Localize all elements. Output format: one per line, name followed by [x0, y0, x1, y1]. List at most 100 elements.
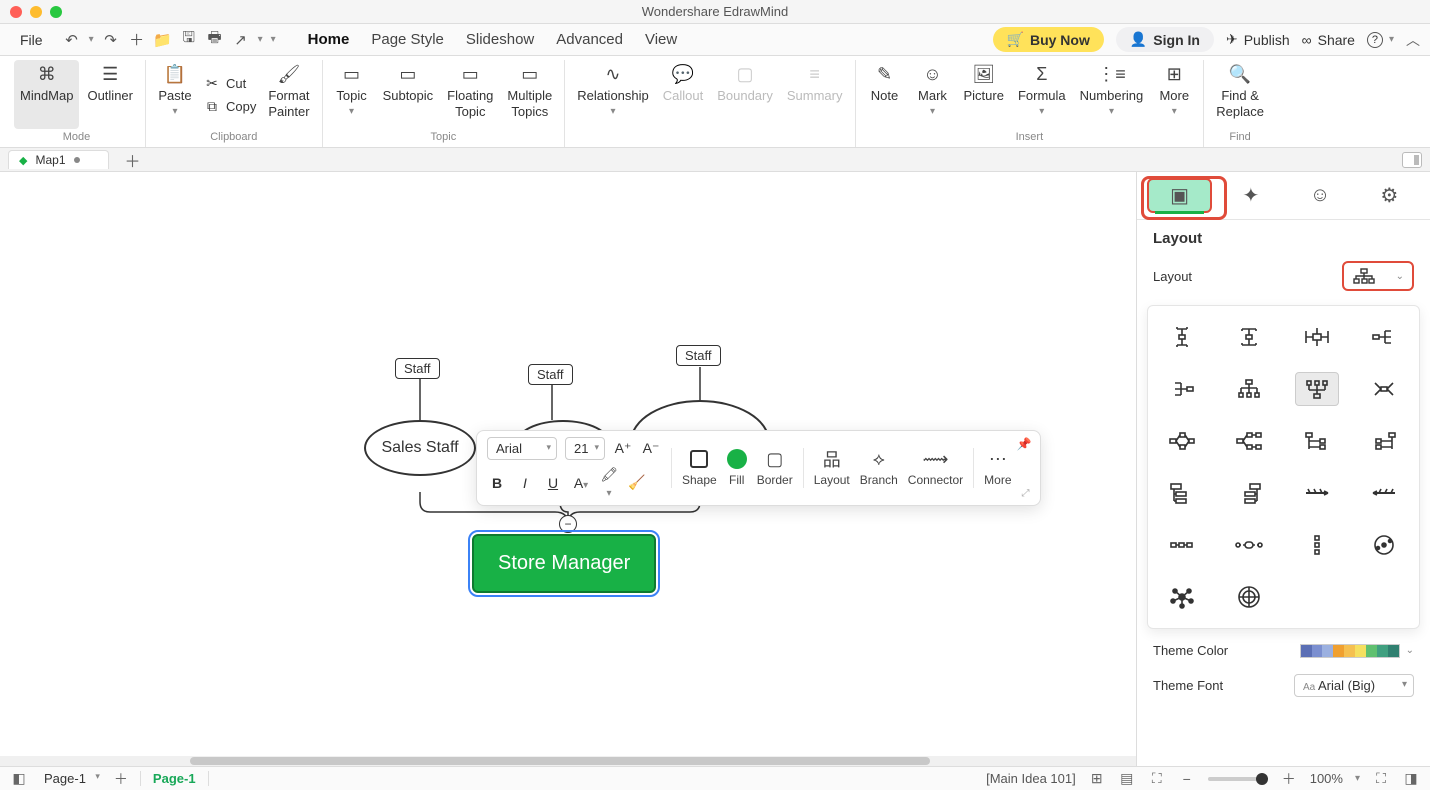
- fullscreen-icon[interactable]: ⛶: [1372, 770, 1390, 787]
- collapse-ribbon-icon[interactable]: ︿: [1406, 30, 1420, 50]
- layout-option-16[interactable]: [1362, 476, 1406, 510]
- view-mode-2-icon[interactable]: ▤: [1118, 770, 1136, 787]
- tab-home[interactable]: Home: [306, 27, 352, 52]
- layout-option-19[interactable]: [1295, 528, 1339, 562]
- formula-button[interactable]: ΣFormula▾: [1012, 60, 1072, 129]
- shape-button[interactable]: Shape: [682, 449, 717, 487]
- outliner-button[interactable]: ☰Outliner: [81, 60, 139, 129]
- node-store-manager[interactable]: Store Manager: [472, 534, 656, 593]
- node-staff-2[interactable]: Staff: [528, 364, 573, 385]
- canvas[interactable]: Staff Staff Staff Sales Staff − Store Ma…: [0, 172, 1136, 766]
- panel-tab-layout[interactable]: ▣: [1147, 178, 1212, 213]
- sign-in-button[interactable]: 👤 Sign In: [1116, 27, 1214, 52]
- multiple-topics-button[interactable]: ▭Multiple Topics: [501, 60, 558, 129]
- font-size-select[interactable]: 21: [565, 437, 605, 460]
- layout-option-22[interactable]: [1227, 580, 1271, 614]
- save-icon[interactable]: 🖫: [180, 31, 198, 49]
- page-tab[interactable]: Page-1: [140, 771, 209, 786]
- redo-icon[interactable]: ↷: [102, 31, 120, 49]
- panel-tab-style[interactable]: ✦: [1220, 178, 1281, 213]
- expand-toolbar-icon[interactable]: ⤢: [1022, 488, 1030, 499]
- tab-slideshow[interactable]: Slideshow: [464, 27, 536, 52]
- view-mode-1-icon[interactable]: ⊞: [1088, 770, 1106, 787]
- pin-icon[interactable]: 📌: [1017, 437, 1032, 451]
- more-button[interactable]: ⊞More▾: [1151, 60, 1197, 129]
- panel-tab-emoji[interactable]: ☺: [1290, 178, 1351, 213]
- numbering-button[interactable]: ⋮≡Numbering▾: [1074, 60, 1150, 129]
- tab-advanced[interactable]: Advanced: [554, 27, 625, 52]
- border-button[interactable]: ▢Border: [757, 449, 793, 487]
- layout-option-18[interactable]: [1227, 528, 1271, 562]
- relationship-button[interactable]: ∿Relationship▾: [571, 60, 655, 129]
- publish-button[interactable]: ✈ Publish: [1226, 31, 1290, 48]
- tab-view[interactable]: View: [643, 27, 679, 52]
- open-icon[interactable]: 📁: [154, 31, 172, 49]
- font-color-button[interactable]: A▾: [571, 475, 591, 491]
- increase-font-icon[interactable]: A⁺: [613, 440, 633, 457]
- mindmap-button[interactable]: ⌘MindMap: [14, 60, 79, 129]
- theme-font-select[interactable]: Aa Arial (Big): [1294, 674, 1414, 697]
- connector-button[interactable]: ⟿Connector: [908, 449, 963, 487]
- layout-option-7[interactable]: [1295, 372, 1339, 406]
- tab-page-style[interactable]: Page Style: [369, 27, 446, 52]
- layout-option-15[interactable]: [1295, 476, 1339, 510]
- add-page-icon[interactable]: ＋: [112, 769, 130, 789]
- chevron-down-icon[interactable]: ⌄: [1406, 645, 1414, 656]
- maximize-dot[interactable]: [50, 6, 62, 18]
- cut-button[interactable]: ✂Cut: [200, 73, 260, 94]
- layout-option-20[interactable]: [1362, 528, 1406, 562]
- underline-button[interactable]: U: [543, 475, 563, 491]
- italic-button[interactable]: I: [515, 475, 535, 491]
- format-painter-button[interactable]: 🖌Format Painter: [262, 60, 315, 129]
- buy-now-button[interactable]: 🛒 Buy Now: [993, 27, 1104, 52]
- clear-format-button[interactable]: 🧹: [627, 474, 647, 491]
- copy-button[interactable]: ⧉Copy: [200, 96, 260, 117]
- layout-option-3[interactable]: [1295, 320, 1339, 354]
- zoom-in-icon[interactable]: ＋: [1280, 769, 1298, 789]
- theme-color-swatch[interactable]: [1300, 644, 1400, 658]
- help-button[interactable]: ? ▾: [1367, 32, 1394, 48]
- export-icon[interactable]: ↗: [232, 31, 250, 49]
- layout-option-2[interactable]: [1227, 320, 1271, 354]
- layout-option-17[interactable]: [1160, 528, 1204, 562]
- sidebar-toggle-icon[interactable]: ◧: [10, 770, 28, 787]
- panel-toggle-top[interactable]: [1402, 152, 1422, 168]
- highlight-button[interactable]: 🖍▾: [599, 466, 619, 499]
- qat-more-icon[interactable]: ▾: [271, 34, 276, 45]
- panel-tab-settings[interactable]: ⚙: [1359, 178, 1420, 213]
- layout-dropdown[interactable]: ⌄: [1342, 261, 1414, 291]
- file-menu[interactable]: File: [10, 28, 53, 52]
- layout-option-1[interactable]: [1160, 320, 1204, 354]
- branch-button[interactable]: ⟡Branch: [860, 449, 898, 487]
- bold-button[interactable]: B: [487, 475, 507, 491]
- minimize-dot[interactable]: [30, 6, 42, 18]
- node-staff-3[interactable]: Staff: [676, 345, 721, 366]
- layout-option-10[interactable]: [1227, 424, 1271, 458]
- layout-option-9[interactable]: [1160, 424, 1204, 458]
- add-doc-tab[interactable]: ＋: [117, 148, 149, 172]
- layout-button[interactable]: 品Layout: [814, 449, 850, 487]
- layout-option-12[interactable]: [1362, 424, 1406, 458]
- layout-option-21[interactable]: [1160, 580, 1204, 614]
- horizontal-scrollbar[interactable]: [0, 756, 1136, 766]
- node-staff-1[interactable]: Staff: [395, 358, 440, 379]
- note-button[interactable]: ✎Note: [862, 60, 908, 129]
- print-icon[interactable]: 🖶: [206, 31, 224, 49]
- topic-button[interactable]: ▭Topic▾: [329, 60, 375, 129]
- layout-option-11[interactable]: [1295, 424, 1339, 458]
- layout-option-6[interactable]: [1227, 372, 1271, 406]
- floating-topic-button[interactable]: ▭Floating Topic: [441, 60, 499, 129]
- panel-toggle-icon[interactable]: ◨: [1402, 770, 1420, 787]
- decrease-font-icon[interactable]: A⁻: [641, 440, 661, 457]
- zoom-out-icon[interactable]: −: [1178, 771, 1196, 787]
- new-icon[interactable]: ＋: [128, 31, 146, 49]
- find-replace-button[interactable]: 🔍Find & Replace: [1210, 60, 1270, 129]
- mark-button[interactable]: ☺Mark▾: [910, 60, 956, 129]
- fit-page-icon[interactable]: ⛶: [1148, 770, 1166, 787]
- font-family-select[interactable]: Arial: [487, 437, 557, 460]
- layout-option-4[interactable]: [1362, 320, 1406, 354]
- layout-option-14[interactable]: [1227, 476, 1271, 510]
- fill-button[interactable]: Fill: [727, 449, 747, 487]
- zoom-level[interactable]: 100%: [1310, 771, 1343, 786]
- layout-option-8[interactable]: [1362, 372, 1406, 406]
